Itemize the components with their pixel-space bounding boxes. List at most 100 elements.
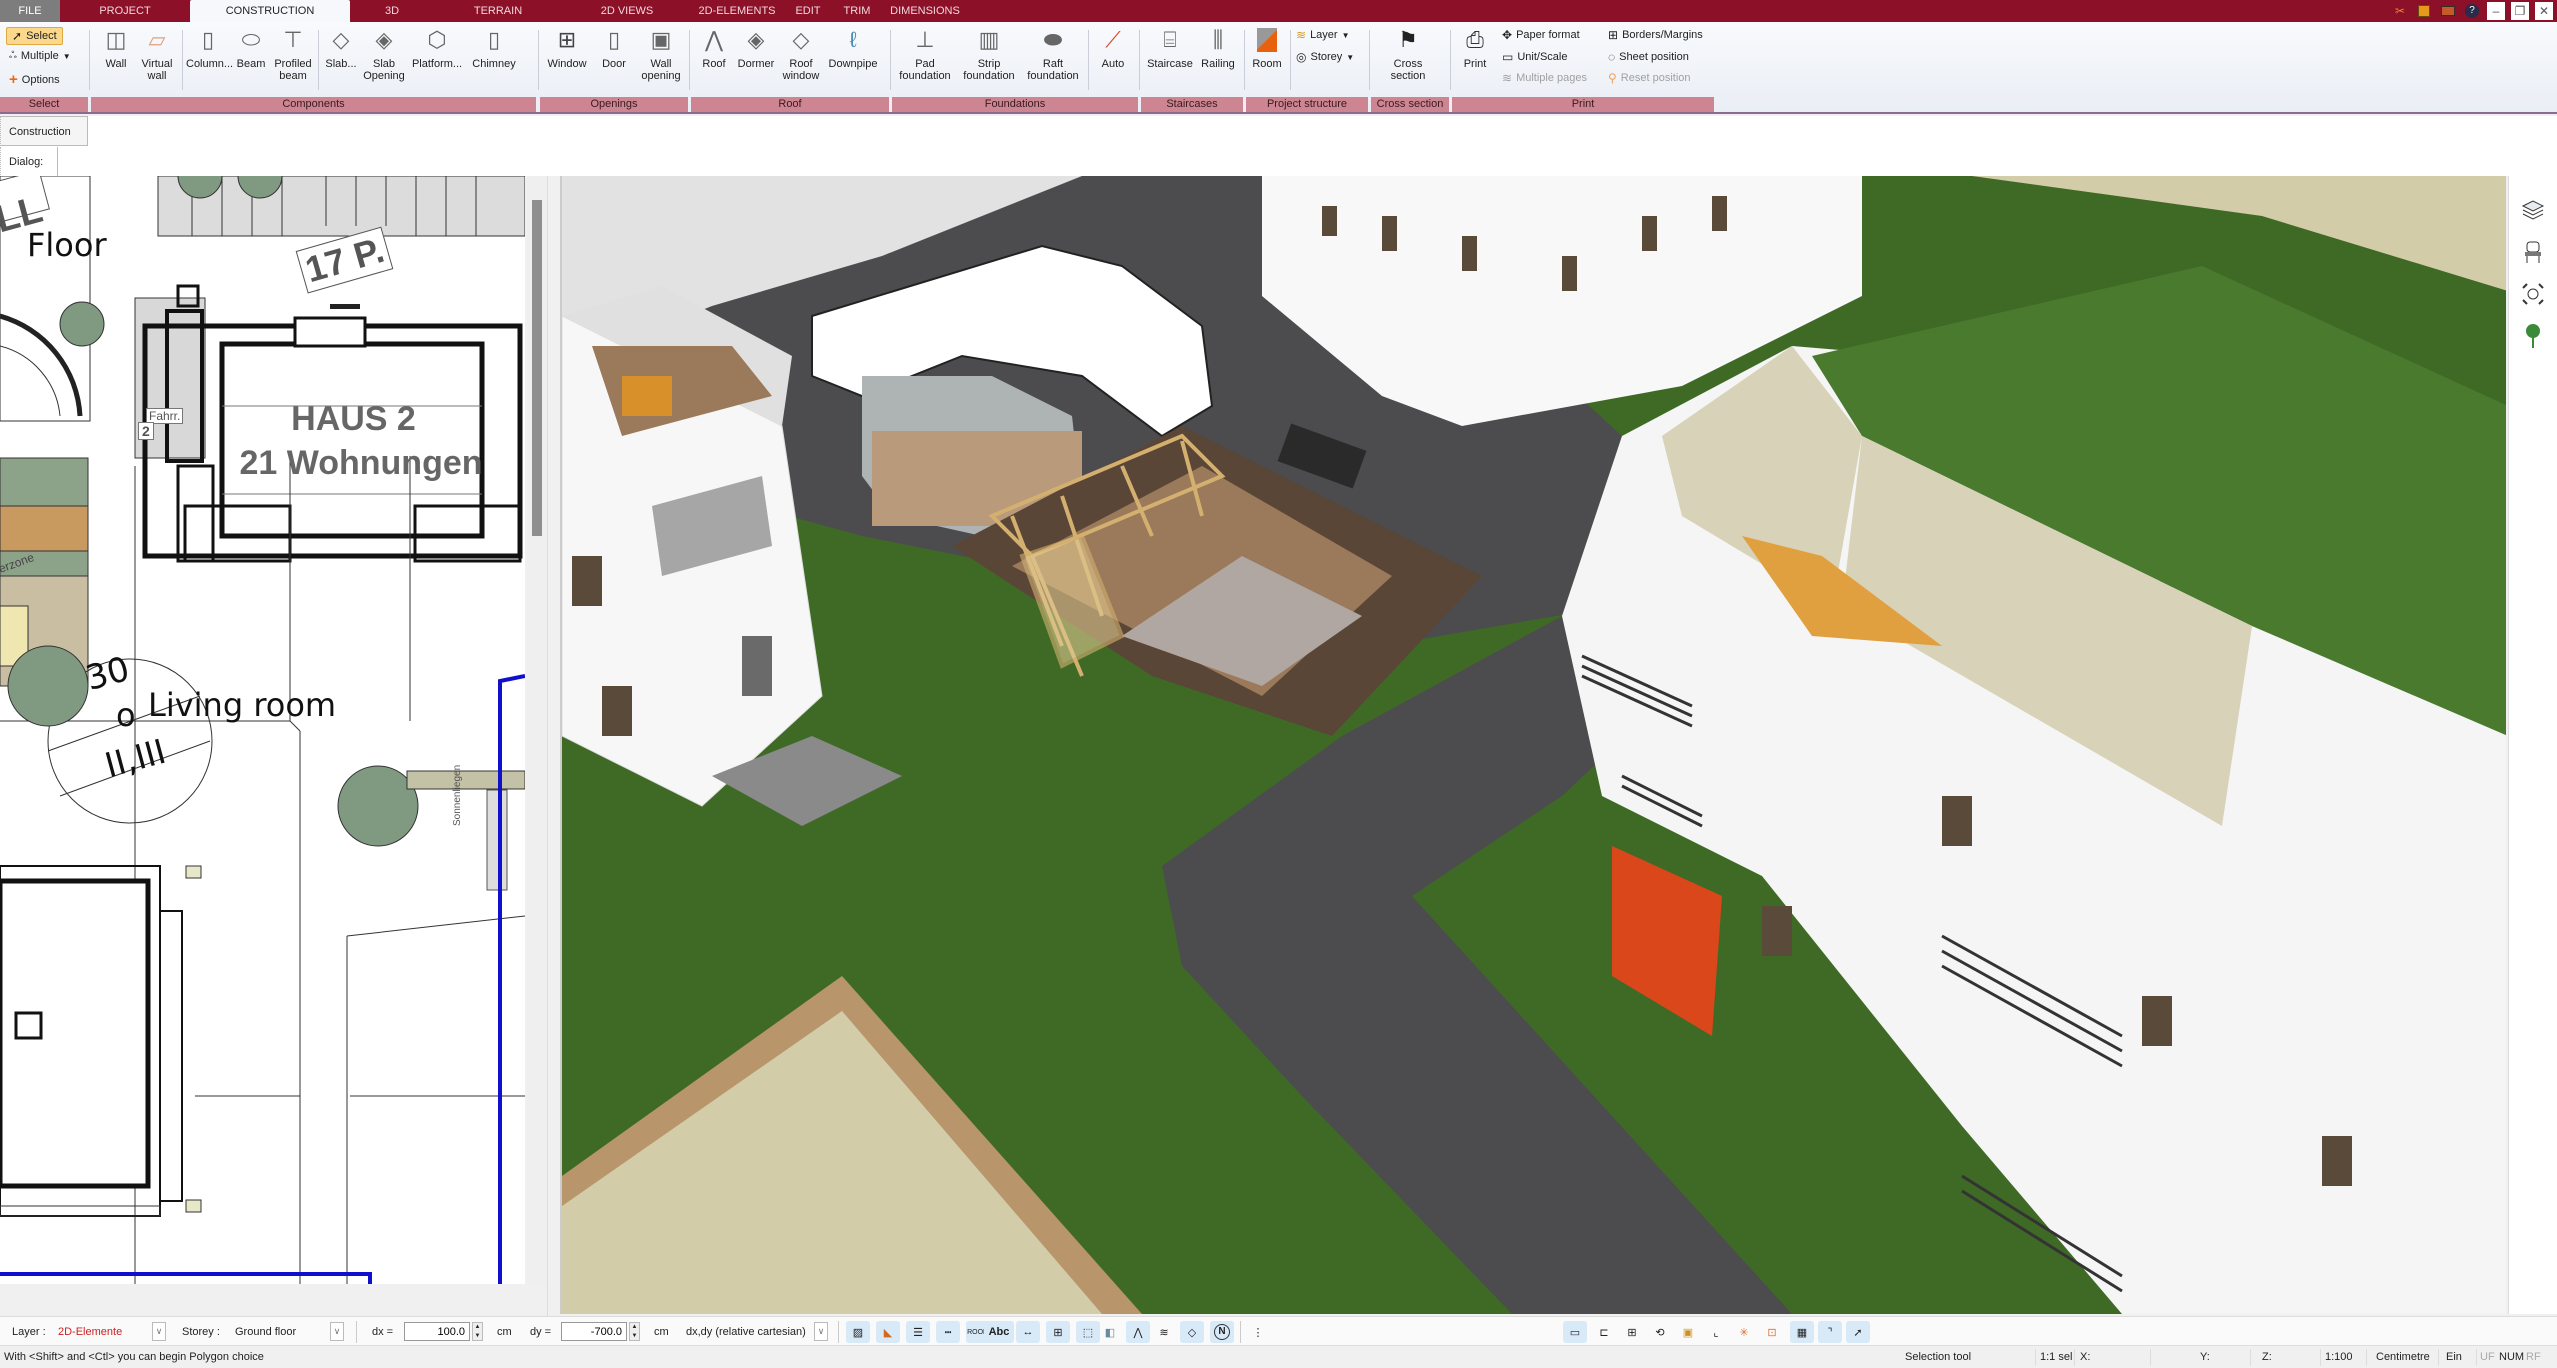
dy-spinner[interactable]: ▲ ▼ bbox=[629, 1322, 640, 1341]
print-button[interactable]: ⎙ Print bbox=[1456, 26, 1494, 71]
line-dashed-icon[interactable]: ┅ bbox=[936, 1321, 960, 1343]
downpipe-button[interactable]: ℓ Downpipe bbox=[823, 26, 883, 71]
paper-format-button[interactable]: ✥ Paper format bbox=[1502, 28, 1580, 42]
help-icon[interactable]: ? bbox=[2463, 2, 2481, 20]
select-button[interactable]: ➚ Select bbox=[6, 27, 63, 45]
roof-window-button[interactable]: ◇ Roof window bbox=[781, 26, 821, 83]
wall-frame-icon[interactable]: ⊏ bbox=[1592, 1321, 1616, 1343]
tab-3d[interactable]: 3D bbox=[350, 0, 434, 22]
hatch-icon[interactable]: ▨ bbox=[846, 1321, 870, 1343]
ruler-icon[interactable]: ▭ bbox=[1563, 1321, 1587, 1343]
fit-view-icon[interactable] bbox=[2519, 280, 2547, 308]
tab-2d-views[interactable]: 2D VIEWS bbox=[562, 0, 692, 22]
dimension-icon[interactable]: ↔ bbox=[1016, 1321, 1040, 1343]
snap-line-icon[interactable]: ⌝ bbox=[1818, 1321, 1842, 1343]
tab-project[interactable]: PROJECT bbox=[60, 0, 190, 22]
furniture-chair-icon[interactable] bbox=[2519, 238, 2547, 266]
door-button[interactable]: ▯ Door bbox=[594, 26, 634, 71]
borders-margins-button[interactable]: ⊞ Borders/Margins bbox=[1608, 28, 1703, 42]
dx-spinner[interactable]: ▲ ▼ bbox=[472, 1322, 483, 1341]
package-icon[interactable] bbox=[2439, 2, 2457, 20]
line-thick-icon[interactable]: ☰ bbox=[906, 1321, 930, 1343]
beams-icon[interactable]: ≋ bbox=[1152, 1321, 1176, 1343]
wall-button[interactable]: ◫ Wall bbox=[96, 26, 136, 71]
plan-scroll-thumb[interactable] bbox=[532, 200, 542, 536]
coord-mode-dropdown[interactable]: ∨ bbox=[814, 1322, 828, 1341]
dormer-button[interactable]: ◈ Dormer bbox=[733, 26, 779, 71]
restore-button[interactable]: ❐ bbox=[2511, 2, 2529, 20]
virtual-wall-button[interactable]: ▱ Virtual wall bbox=[137, 26, 177, 83]
slab-opening-button[interactable]: ◈ Slab Opening bbox=[363, 26, 405, 83]
beam-button[interactable]: ⬭ Beam bbox=[231, 26, 271, 71]
3d-view[interactable] bbox=[560, 176, 2506, 1314]
multiple-pages-button[interactable]: ≋ Multiple pages bbox=[1502, 71, 1587, 85]
storey-dropdown[interactable]: ◎ Storey ▼ bbox=[1296, 50, 1354, 64]
window-button[interactable]: ⊞ Window bbox=[542, 26, 592, 71]
wrench-icon[interactable]: ✂ bbox=[2391, 2, 2409, 20]
origin-icon[interactable]: ⌞ bbox=[1704, 1321, 1728, 1343]
tree-plant-icon[interactable] bbox=[2519, 322, 2547, 350]
column-button[interactable]: ▯ Column... bbox=[186, 26, 233, 71]
roof-window-icon: ◇ bbox=[792, 27, 810, 52]
sheet-position-button[interactable]: ◌ Sheet position bbox=[1608, 50, 1689, 64]
multiple-dropdown[interactable]: ஃ Multiple ▼ bbox=[9, 50, 71, 62]
tab-file[interactable]: FILE bbox=[0, 0, 60, 22]
grid-cross-icon[interactable]: ⊞ bbox=[1620, 1321, 1644, 1343]
dx-input[interactable] bbox=[404, 1322, 470, 1341]
tab-2d-elements[interactable]: 2D-ELEMENTS bbox=[692, 0, 782, 22]
view-splitter[interactable] bbox=[547, 176, 559, 1316]
tab-trim[interactable]: TRIM bbox=[834, 0, 880, 22]
strip-foundation-button[interactable]: ▥ Strip foundation bbox=[958, 26, 1020, 83]
plan-scrollbar[interactable] bbox=[527, 176, 547, 1284]
layer-dropdown-button[interactable]: ∨ bbox=[152, 1322, 166, 1341]
layer-dropdown[interactable]: ≋ Layer ▼ bbox=[1296, 28, 1350, 42]
tab-dimensions[interactable]: DIMENSIONS bbox=[880, 0, 970, 22]
roof-view-icon[interactable]: ⋀ bbox=[1126, 1321, 1150, 1343]
text-abc-icon[interactable]: Abc bbox=[984, 1321, 1014, 1343]
layers-icon[interactable] bbox=[2519, 196, 2547, 224]
railing-button[interactable]: ⫼ Railing bbox=[1197, 26, 1239, 71]
snap-midpoint-icon[interactable]: ⊡ bbox=[1760, 1321, 1784, 1343]
snap-point-icon[interactable]: ▣ bbox=[1676, 1321, 1700, 1343]
cursor-close-icon[interactable]: ➚ bbox=[1846, 1321, 1870, 1343]
more-icon[interactable]: ⋮ bbox=[1246, 1321, 1270, 1343]
layers-color-icon[interactable]: ◧ bbox=[1098, 1321, 1122, 1343]
north-arrow-icon[interactable]: N bbox=[1210, 1321, 1234, 1343]
coord-mode-value[interactable]: dx,dy (relative cartesian) bbox=[686, 1322, 806, 1342]
snap-center-icon[interactable]: ✳ bbox=[1732, 1321, 1756, 1343]
tab-edit[interactable]: EDIT bbox=[782, 0, 834, 22]
minimize-button[interactable]: – bbox=[2487, 2, 2505, 20]
slab-button[interactable]: ◇ Slab... bbox=[321, 26, 361, 71]
room-button[interactable]: Room bbox=[1248, 26, 1286, 70]
options-button[interactable]: + Options bbox=[9, 71, 60, 88]
slab-view-icon[interactable]: ◇ bbox=[1180, 1321, 1204, 1343]
fill-icon[interactable]: ◣ bbox=[876, 1321, 900, 1343]
storey-value[interactable]: Ground floor bbox=[235, 1322, 296, 1342]
unit-scale-button[interactable]: ▭ Unit/Scale bbox=[1502, 50, 1567, 64]
tab-terrain[interactable]: TERRAIN bbox=[434, 0, 562, 22]
tab-construction-panel[interactable]: Construction bbox=[0, 116, 88, 146]
profiled-beam-button[interactable]: ⊤ Profiled beam bbox=[271, 26, 315, 83]
catalog-icon[interactable] bbox=[2415, 2, 2433, 20]
pad-foundation-button[interactable]: ⊥ Pad foundation bbox=[894, 26, 956, 83]
selection-rect-icon[interactable]: ⬚ bbox=[1076, 1321, 1100, 1343]
roof-button[interactable]: ⋀ Roof bbox=[695, 26, 733, 71]
storey-dropdown-button[interactable]: ∨ bbox=[330, 1322, 344, 1341]
auto-foundation-button[interactable]: ⟋ Auto bbox=[1092, 26, 1134, 71]
dy-input[interactable] bbox=[561, 1322, 627, 1341]
cross-section-button[interactable]: ⚑ Cross section bbox=[1383, 26, 1433, 83]
chimney-button[interactable]: ▯ Chimney bbox=[469, 26, 519, 71]
close-button[interactable]: ✕ bbox=[2535, 2, 2553, 20]
plan-view-2d[interactable]: LL Floor 17 P. Fahrr. 2 HAUS 2 21 Wohnun… bbox=[0, 176, 525, 1284]
rotate-view-icon[interactable]: ⟲ bbox=[1648, 1321, 1672, 1343]
staircase-button[interactable]: ⌸ Staircase bbox=[1145, 26, 1195, 71]
layer-value[interactable]: 2D-Elemente bbox=[58, 1322, 122, 1342]
dimension-box-icon[interactable]: ⊞ bbox=[1046, 1321, 1070, 1343]
reset-position-button[interactable]: ⚲ Reset position bbox=[1608, 71, 1691, 85]
tab-construction[interactable]: CONSTRUCTION bbox=[190, 0, 350, 22]
wall-opening-button[interactable]: ▣ Wall opening bbox=[636, 26, 686, 83]
platform-button[interactable]: ⬡ Platform... bbox=[409, 26, 465, 71]
plan-label-wohnungen: 21 Wohnungen bbox=[239, 444, 483, 482]
grid-icon[interactable]: ▦ bbox=[1790, 1321, 1814, 1343]
raft-foundation-button[interactable]: ⬬ Raft foundation bbox=[1022, 26, 1084, 83]
